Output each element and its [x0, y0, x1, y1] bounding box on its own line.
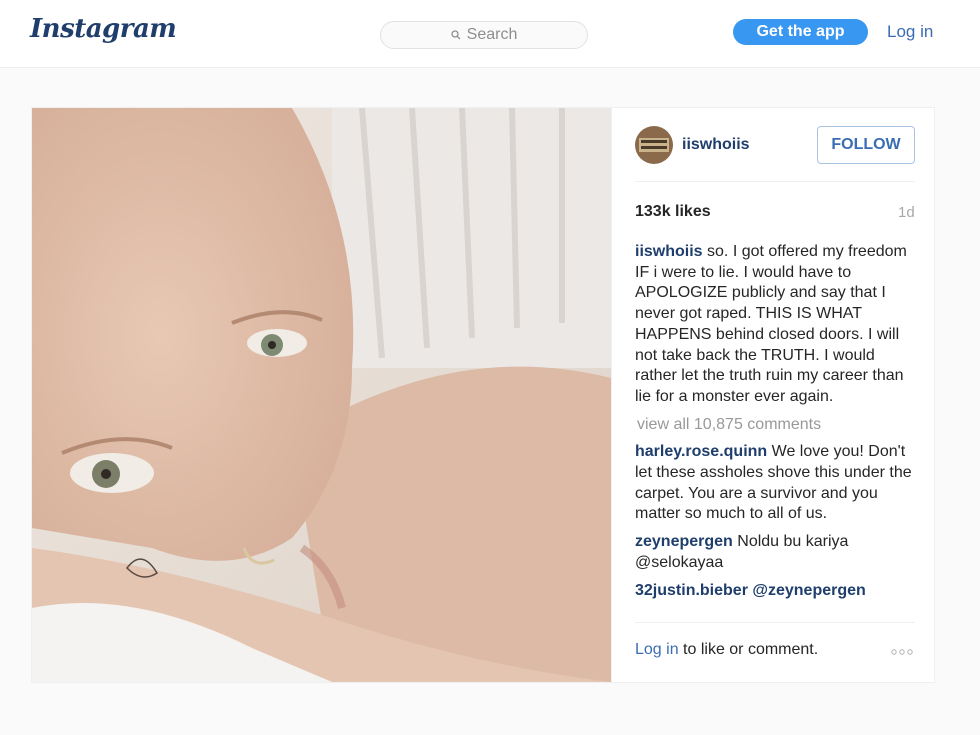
- avatar-image: [635, 126, 673, 164]
- view-all-comments-link[interactable]: view all 10,875 comments: [637, 415, 917, 436]
- comment-username[interactable]: harley.rose.quinn: [635, 443, 767, 460]
- search-placeholder: Search: [466, 26, 518, 43]
- caption-username[interactable]: iiswhoiis: [635, 243, 703, 260]
- post-age[interactable]: 1d: [898, 204, 915, 221]
- comment-mention[interactable]: @zeynepergen: [752, 582, 865, 599]
- divider: [635, 622, 915, 623]
- more-options-icon[interactable]: [890, 648, 914, 656]
- caption: iiswhoiis so. I got offered my freedom I…: [635, 242, 917, 408]
- comments-list[interactable]: iiswhoiis so. I got offered my freedom I…: [635, 242, 917, 620]
- likes-count[interactable]: 133k likes: [635, 203, 711, 221]
- avatar[interactable]: [635, 126, 673, 164]
- login-link[interactable]: Log in: [887, 22, 933, 42]
- comment-item: 32justin.bieber @zeynepergen: [635, 581, 917, 602]
- follow-button[interactable]: FOLLOW: [817, 126, 915, 164]
- comment-username[interactable]: zeynepergen: [635, 533, 733, 550]
- comment-username[interactable]: 32justin.bieber: [635, 582, 748, 599]
- footer-text: to like or comment.: [678, 641, 819, 658]
- get-the-app-button[interactable]: Get the app: [733, 19, 868, 45]
- post-username[interactable]: iiswhoiis: [682, 136, 750, 154]
- footer-login-link[interactable]: Log in: [635, 641, 679, 658]
- search-input[interactable]: Search: [380, 21, 588, 49]
- post-card: iiswhoiis FOLLOW 133k likes 1d iiswhoiis…: [31, 107, 935, 683]
- instagram-logo[interactable]: Instagram: [30, 14, 177, 44]
- post-sidebar: iiswhoiis FOLLOW 133k likes 1d iiswhoiis…: [611, 108, 936, 682]
- comment-item: harley.rose.quinn We love you! Don't let…: [635, 442, 917, 525]
- caption-text: so. I got offered my freedom IF i were t…: [635, 243, 907, 405]
- post-header: iiswhoiis FOLLOW: [635, 126, 915, 166]
- post-photo-image: [32, 108, 611, 682]
- top-bar: Instagram Search Get the app Log in: [0, 0, 980, 68]
- comment-item: zeynepergen Noldu bu kariya @selokayaa: [635, 532, 917, 573]
- search-icon: [450, 30, 461, 40]
- divider: [635, 181, 915, 182]
- post-photo[interactable]: [32, 108, 611, 682]
- like-comment-prompt: Log in to like or comment.: [635, 641, 818, 659]
